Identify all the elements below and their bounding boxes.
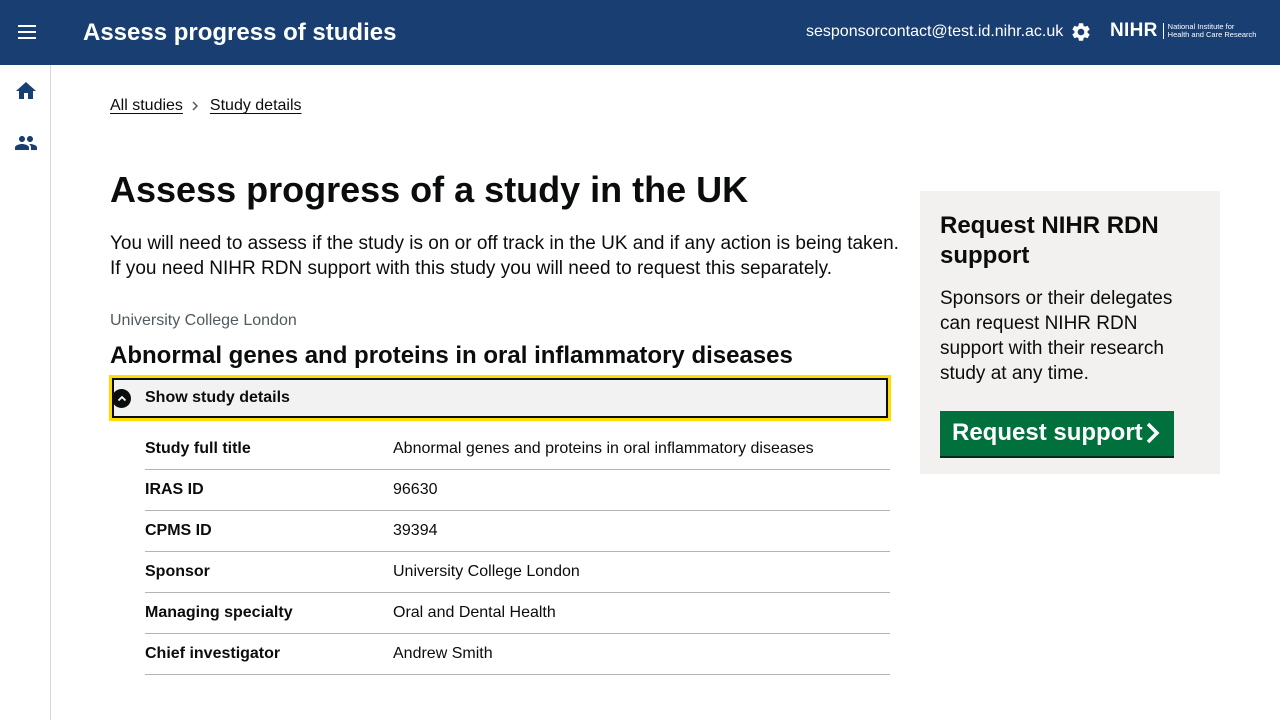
logo-mark: NIHR — [1110, 20, 1158, 41]
logo-text-line2: Health and Care Research — [1167, 30, 1257, 39]
logo-divider — [1162, 23, 1164, 39]
summary-key: Sponsor — [145, 563, 210, 580]
summary-row: Study full title Abnormal genes and prot… — [145, 429, 890, 470]
top-header: Assess progress of studies sesponsorcont… — [0, 0, 1280, 65]
breadcrumb-all-studies[interactable]: All studies — [110, 96, 183, 116]
summary-key: IRAS ID — [145, 481, 204, 498]
summary-value: 96630 — [393, 481, 438, 498]
summary-value: 39394 — [393, 522, 438, 539]
show-study-details-toggle[interactable]: Show study details — [109, 375, 891, 421]
app-title: Assess progress of studies — [83, 19, 397, 46]
chevron-right-icon — [1144, 422, 1162, 444]
summary-row: Sponsor University College London — [145, 552, 890, 593]
toggle-label: Show study details — [145, 389, 290, 406]
chevron-right-icon — [192, 101, 199, 111]
gear-icon[interactable] — [1069, 20, 1093, 44]
intro-text: You will need to assess if the study is … — [110, 233, 899, 279]
people-icon[interactable] — [12, 129, 40, 157]
summary-value: Oral and Dental Health — [393, 604, 556, 621]
summary-row: Chief investigator Andrew Smith — [145, 634, 890, 675]
summary-key: Managing specialty — [145, 604, 293, 621]
summary-key: Chief investigator — [145, 645, 281, 662]
page-title: Assess progress of a study in the UK — [110, 169, 749, 210]
summary-row: Managing specialty Oral and Dental Healt… — [145, 593, 890, 634]
study-details-list: Study full title Abnormal genes and prot… — [145, 429, 890, 675]
side-navigation — [0, 65, 51, 720]
breadcrumb-study-details[interactable]: Study details — [210, 96, 302, 116]
home-icon[interactable] — [12, 77, 40, 105]
summary-value: Abnormal genes and proteins in oral infl… — [393, 440, 814, 457]
summary-row: IRAS ID 96630 — [145, 470, 890, 511]
summary-key: CPMS ID — [145, 522, 212, 539]
logo-text: National Institute for Health and Care R… — [1167, 22, 1257, 40]
study-title: Abnormal genes and proteins in oral infl… — [110, 342, 793, 369]
user-email: sesponsorcontact@test.id.nihr.ac.uk — [806, 23, 1064, 40]
summary-value: University College London — [393, 563, 580, 580]
summary-key: Study full title — [145, 440, 251, 457]
panel-text: Sponsors or their delegates can request … — [940, 288, 1173, 384]
panel-heading: Request NIHR RDN support — [940, 212, 1159, 269]
request-support-label: Request support — [952, 419, 1143, 446]
chevron-up-icon — [112, 389, 131, 408]
summary-row: CPMS ID 39394 — [145, 511, 890, 552]
nihr-logo[interactable]: NIHR National Institute for Health and C… — [1110, 20, 1256, 42]
request-support-panel: Request NIHR RDN support Sponsors or the… — [920, 191, 1220, 474]
organisation-caption: University College London — [110, 312, 297, 329]
menu-icon[interactable] — [14, 19, 40, 45]
request-support-button[interactable]: Request support — [940, 411, 1174, 456]
summary-value: Andrew Smith — [393, 645, 493, 662]
breadcrumb: All studies Study details — [110, 96, 302, 116]
